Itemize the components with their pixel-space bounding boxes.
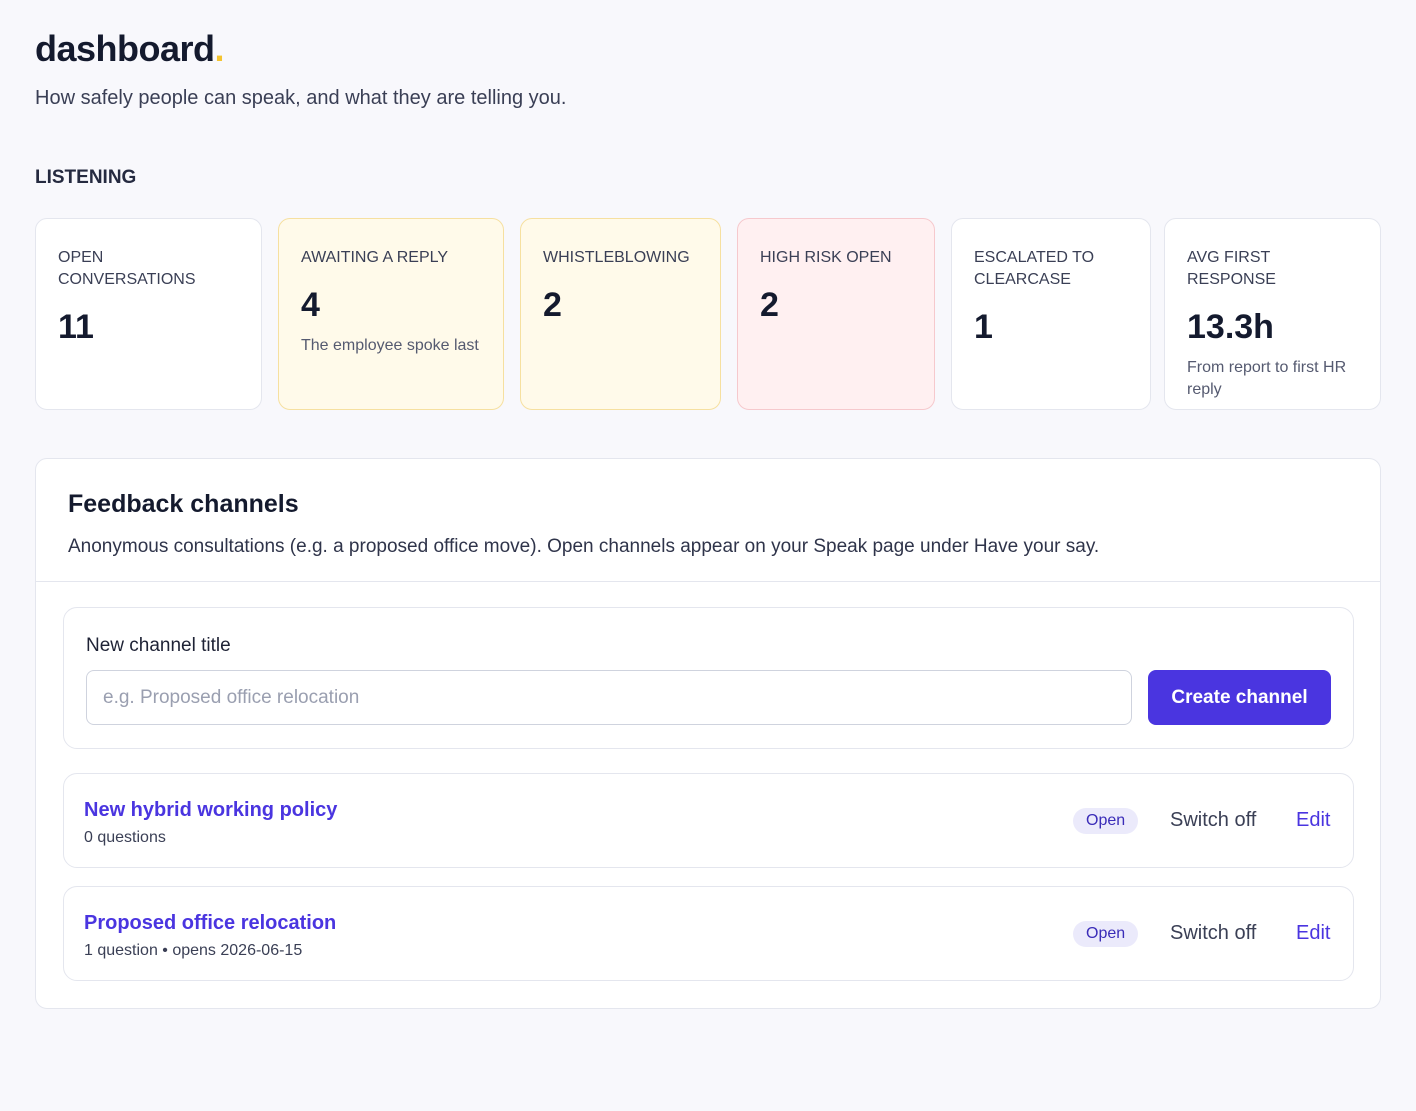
new-channel-form: New channel title Create channel <box>63 607 1354 749</box>
channel-title-link[interactable]: Proposed office relocation <box>84 910 336 936</box>
channel-row: New hybrid working policy 0 questions Op… <box>63 773 1354 868</box>
feedback-channels-panel: Feedback channels Anonymous consultation… <box>35 458 1381 1009</box>
feedback-panel-description: Anonymous consultations (e.g. a proposed… <box>68 536 1100 557</box>
stat-escalated-clearcase: ESCALATED TO CLEARCASE 1 <box>951 218 1151 410</box>
status-badge: Open <box>1073 921 1139 947</box>
new-channel-title-input[interactable] <box>86 670 1132 725</box>
stat-label: AWAITING A REPLY <box>301 249 448 266</box>
page-title-text: dashboard <box>35 28 215 69</box>
stat-note: The employee spoke last <box>301 337 479 354</box>
stat-label: OPEN CONVERSATIONS <box>58 249 196 288</box>
listening-stats: OPEN CONVERSATIONS 11 AWAITING A REPLY 4… <box>35 218 1381 410</box>
stat-high-risk-open: HIGH RISK OPEN 2 <box>737 218 935 410</box>
create-channel-button[interactable]: Create channel <box>1148 670 1331 725</box>
stat-value: 13.3h <box>1187 308 1274 346</box>
page-title: dashboard. <box>35 28 1381 70</box>
stat-label: ESCALATED TO CLEARCASE <box>974 249 1095 288</box>
stat-value: 4 <box>301 286 320 324</box>
stat-note: From report to first HR reply <box>1187 359 1347 398</box>
stat-avg-first-response: AVG FIRST RESPONSE 13.3h From report to … <box>1164 218 1381 410</box>
channel-meta: 1 question • opens 2026-06-15 <box>84 942 303 959</box>
feedback-panel-header: Feedback channels Anonymous consultation… <box>36 459 1380 582</box>
stat-value: 2 <box>760 286 779 324</box>
edit-link[interactable]: Edit <box>1296 920 1330 946</box>
stat-awaiting-reply: AWAITING A REPLY 4 The employee spoke la… <box>278 218 504 410</box>
status-badge: Open <box>1073 808 1139 834</box>
channel-meta: 0 questions <box>84 829 166 846</box>
switch-off-button[interactable]: Switch off <box>1170 807 1256 833</box>
stat-value: 1 <box>974 308 993 346</box>
stat-value: 11 <box>58 308 94 346</box>
stat-open-conversations: OPEN CONVERSATIONS 11 <box>35 218 262 410</box>
switch-off-button[interactable]: Switch off <box>1170 920 1256 946</box>
page-subtitle: How safely people can speak, and what th… <box>35 87 567 109</box>
stat-value: 2 <box>543 286 562 324</box>
listening-section-label: LISTENING <box>35 167 137 188</box>
channel-row: Proposed office relocation 1 question • … <box>63 886 1354 981</box>
dashboard-page: dashboard. How safely people can speak, … <box>0 0 1416 1111</box>
channel-title-link[interactable]: New hybrid working policy <box>84 797 337 823</box>
stat-label: HIGH RISK OPEN <box>760 249 892 266</box>
title-accent-dot: . <box>214 28 225 69</box>
stat-whistleblowing: WHISTLEBLOWING 2 <box>520 218 721 410</box>
new-channel-title-label: New channel title <box>86 635 231 656</box>
feedback-panel-title: Feedback channels <box>68 490 299 518</box>
stat-label: WHISTLEBLOWING <box>543 249 690 266</box>
stat-label: AVG FIRST RESPONSE <box>1187 249 1276 288</box>
edit-link[interactable]: Edit <box>1296 807 1330 833</box>
